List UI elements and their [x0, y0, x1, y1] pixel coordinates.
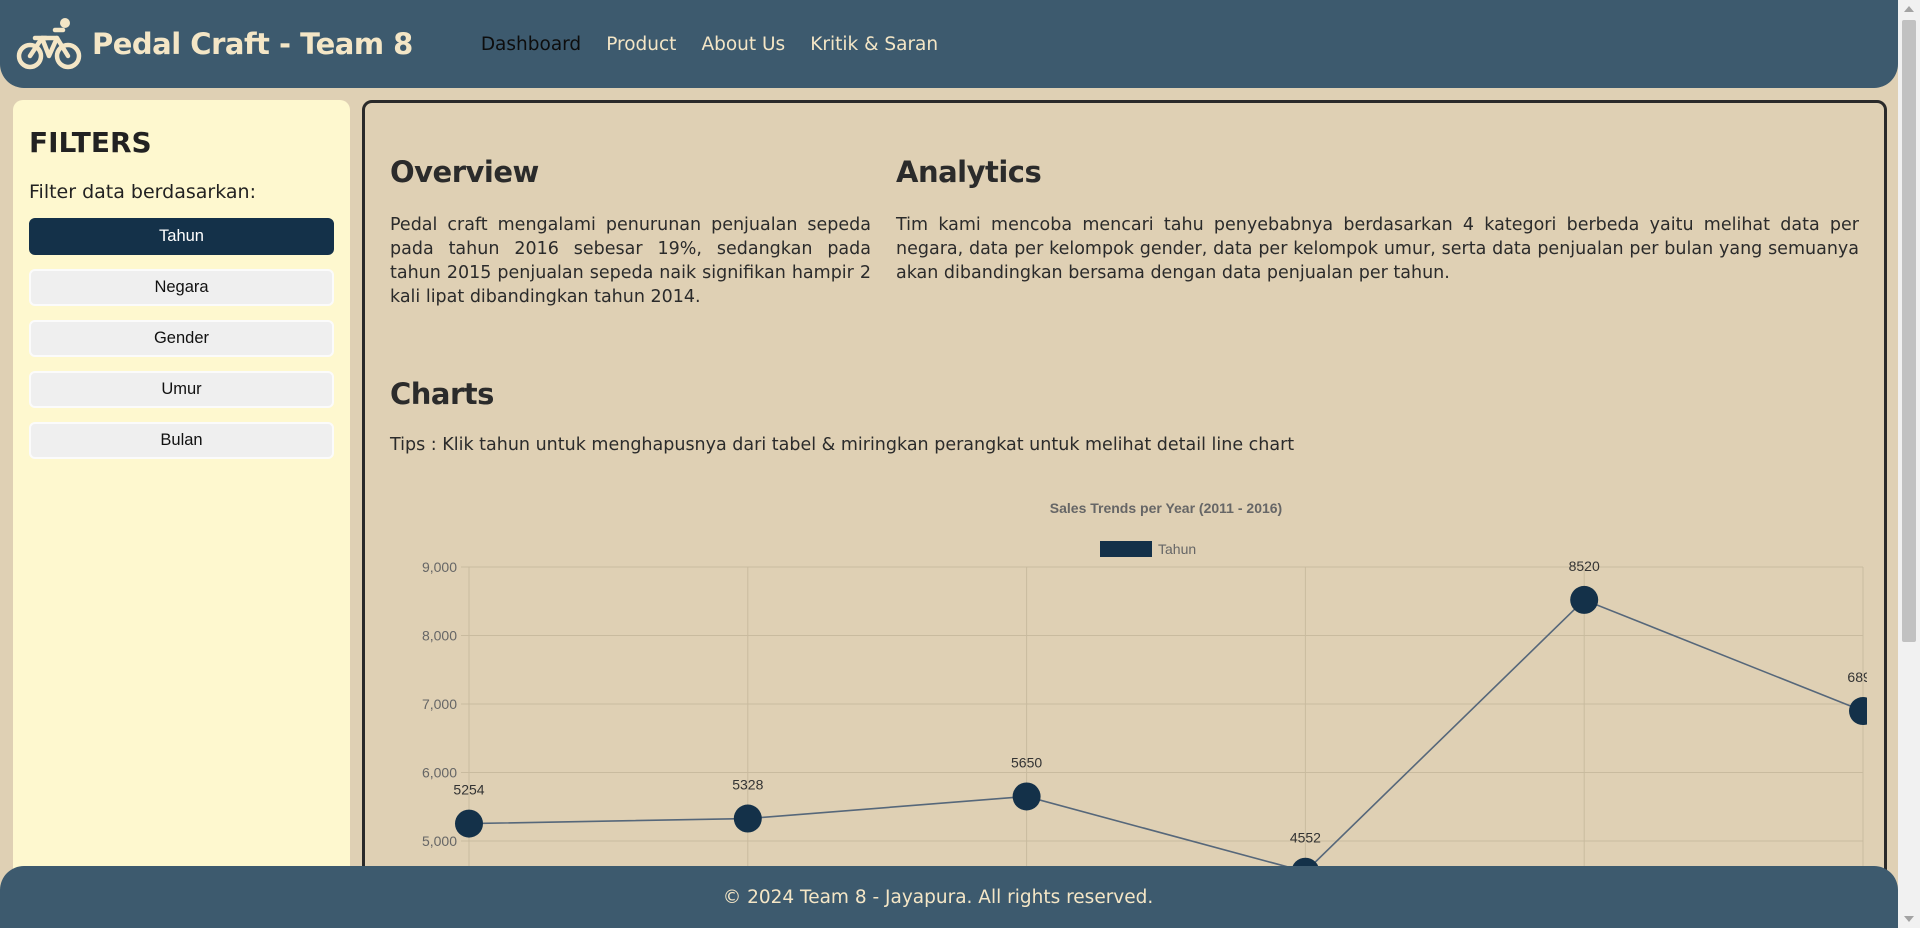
info-columns: Overview Pedal craft mengalami penurunan… [390, 155, 1859, 309]
sales-chart-container: Sales Trends per Year (2011 - 2016) Tahun… [387, 493, 1879, 928]
filters-title: FILTERS [29, 126, 152, 159]
brand-title: Pedal Craft - Team 8 [92, 27, 413, 61]
brand[interactable]: Pedal Craft - Team 8 [14, 15, 413, 73]
data-label: 6897 [1847, 669, 1867, 685]
filter-button-negara[interactable]: Negara [29, 269, 334, 306]
y-tick-label: 6,000 [422, 765, 457, 781]
page-scrollbar[interactable] [1898, 0, 1920, 928]
scroll-down-arrow-icon[interactable] [1904, 916, 1914, 922]
filter-button-tahun[interactable]: Tahun [29, 218, 334, 255]
navbar: Pedal Craft - Team 8 Dashboard Product A… [0, 0, 1898, 88]
filters-sidebar: FILTERS Filter data berdasarkan: Tahun N… [13, 100, 350, 900]
y-tick-label: 5,000 [422, 833, 457, 849]
charts-title: Charts [390, 377, 494, 411]
y-tick-label: 8,000 [422, 628, 457, 644]
data-label: 8520 [1569, 558, 1600, 574]
data-point [1012, 782, 1041, 811]
data-label: 5650 [1011, 754, 1042, 770]
data-label: 5254 [453, 782, 484, 798]
overview-text: Pedal craft mengalami penurunan penjuala… [390, 215, 871, 307]
data-label: 4552 [1290, 830, 1321, 846]
series-line [468, 598, 1864, 873]
charts-tips: Tips : Klik tahun untuk menghapusnya dar… [390, 435, 1295, 455]
main-content: Overview Pedal craft mengalami penurunan… [362, 100, 1887, 928]
nav-links: Dashboard Product About Us Kritik & Sara… [481, 34, 938, 55]
data-label: 5328 [732, 777, 763, 793]
y-tick-label: 7,000 [422, 696, 457, 712]
scroll-up-arrow-icon[interactable] [1904, 6, 1914, 12]
filter-list: Tahun Negara Gender Umur Bulan [29, 218, 334, 459]
sales-line-chart: Sales Trends per Year (2011 - 2016) Tahun… [422, 500, 1879, 928]
nav-link-kritik-saran[interactable]: Kritik & Saran [810, 34, 938, 55]
analytics-section: Analytics Tim kami mencoba mencari tahu … [896, 155, 1859, 309]
filter-button-umur[interactable]: Umur [29, 371, 334, 408]
legend-swatch [1100, 541, 1152, 557]
chart-title: Sales Trends per Year (2011 - 2016) [1050, 500, 1282, 516]
overview-section: Overview Pedal craft mengalami penurunan… [390, 155, 871, 309]
nav-link-about-us[interactable]: About Us [701, 34, 785, 55]
scrollbar-thumb[interactable] [1902, 20, 1916, 642]
overview-title: Overview [390, 155, 539, 189]
analytics-text: Tim kami mencoba mencari tahu penyebabny… [896, 215, 1859, 283]
legend-label: Tahun [1158, 541, 1196, 557]
analytics-title: Analytics [896, 155, 1042, 189]
bicycle-rider-icon [14, 15, 84, 73]
data-point [1849, 697, 1877, 726]
data-point [455, 809, 483, 838]
footer-copyright: © 2024 Team 8 - Jayapura. All rights res… [722, 886, 1154, 908]
filters-subtitle: Filter data berdasarkan: [29, 181, 256, 203]
filter-button-gender[interactable]: Gender [29, 320, 334, 357]
y-tick-label: 9,000 [422, 559, 457, 575]
nav-link-dashboard[interactable]: Dashboard [481, 34, 581, 55]
data-point [733, 804, 762, 833]
nav-link-product[interactable]: Product [606, 34, 676, 55]
data-point [1570, 585, 1599, 614]
footer: © 2024 Team 8 - Jayapura. All rights res… [0, 866, 1898, 928]
filter-button-bulan[interactable]: Bulan [29, 422, 334, 459]
